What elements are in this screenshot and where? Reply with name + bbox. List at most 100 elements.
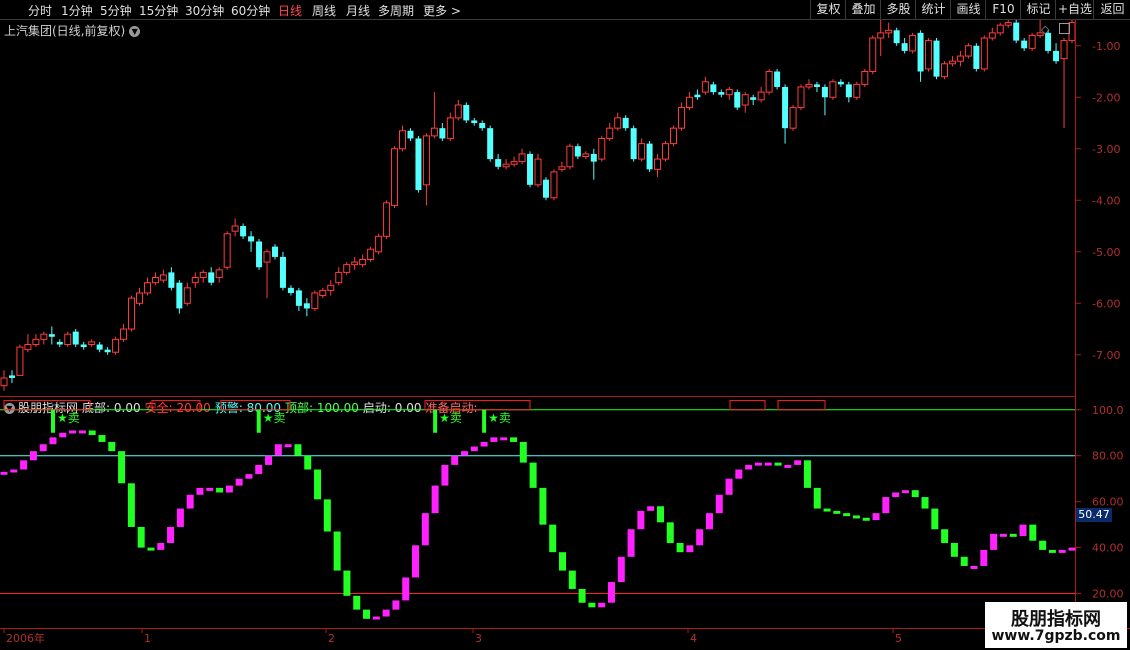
timeframe-tab[interactable]: 更多 > <box>423 2 461 19</box>
timeframe-tab[interactable]: 1分钟 <box>61 2 93 19</box>
candle-body <box>279 256 286 288</box>
candle-body <box>718 92 725 95</box>
indicator-bar <box>627 529 635 557</box>
candle-body <box>710 84 717 93</box>
candle-body <box>351 261 359 266</box>
candle-body <box>295 290 302 306</box>
candle-body <box>518 153 526 163</box>
signal-box <box>151 400 201 411</box>
indicator-bar <box>265 455 273 465</box>
y-axis-label: 20.00 <box>1092 588 1124 601</box>
last-value-badge: 50.47 <box>1076 508 1112 522</box>
indicator-bar <box>284 444 292 448</box>
candle-body <box>367 248 375 261</box>
indicator-bar <box>118 451 126 484</box>
candle-body <box>630 128 637 160</box>
timeframe-tab[interactable]: 日线 <box>278 2 302 19</box>
signal-box <box>777 400 826 411</box>
time-axis-label: 5 <box>895 632 902 645</box>
candle-body <box>582 153 590 157</box>
indicator-bar <box>10 469 18 473</box>
indicator-bar <box>402 577 410 601</box>
indicator-bar <box>607 582 615 603</box>
candle-body <box>885 29 893 34</box>
toolbar-button[interactable]: +自选 <box>1055 0 1094 19</box>
timeframe-tab[interactable]: 多周期 <box>378 2 414 19</box>
toolbar-button[interactable]: 统计 <box>915 0 951 19</box>
candle-body <box>120 328 128 340</box>
indicator-bar <box>167 526 175 544</box>
candle-body <box>1004 22 1012 26</box>
indicator-bar <box>382 609 390 617</box>
candle-body <box>510 161 518 165</box>
diamond-icon[interactable]: ◇ <box>1041 23 1049 36</box>
indicator-bar <box>69 430 77 434</box>
y-axis-label: -6.00 <box>1092 297 1120 310</box>
candle-body <box>542 179 549 198</box>
timeframe-tab[interactable]: 60分钟 <box>231 2 270 19</box>
panel-toggle-icon[interactable] <box>1059 23 1070 34</box>
indicator-chart[interactable]: 100.0 80.00 60.00 40.00 20.00 ★卖 ★卖 ★卖 ★卖 <box>0 396 1130 628</box>
sell-signal-label: ★卖 <box>488 411 511 425</box>
toolbar-button[interactable]: F10 <box>985 0 1021 19</box>
indicator-bar <box>578 588 586 603</box>
indicator-bar <box>108 441 116 452</box>
timeframe-tab[interactable]: 5分钟 <box>100 2 132 19</box>
timeframe-tab[interactable]: 周线 <box>312 2 336 19</box>
indicator-bar <box>529 462 537 488</box>
candle-body <box>917 32 924 72</box>
indicator-bar <box>686 545 694 553</box>
indicator-bar <box>598 602 606 608</box>
indicator-bar <box>392 600 400 610</box>
candle-body <box>782 86 789 129</box>
toolbar-button[interactable]: 叠加 <box>845 0 881 19</box>
candle-body <box>789 107 797 129</box>
timeframe-tab[interactable]: 月线 <box>346 2 370 19</box>
candle-body <box>646 143 653 170</box>
timeframe-tab[interactable]: 15分钟 <box>139 2 178 19</box>
indicator-bar <box>911 490 919 498</box>
indicator-bar <box>647 506 655 511</box>
candle-body <box>454 104 462 119</box>
candle-body <box>112 338 120 353</box>
candle-body <box>845 84 852 98</box>
candle-body <box>303 303 310 309</box>
toolbar-button[interactable]: 返回 <box>1093 0 1130 19</box>
indicator-bar <box>1019 524 1027 537</box>
indicator-bar <box>617 556 625 583</box>
indicator-bar <box>206 487 214 491</box>
candle-body <box>16 346 24 376</box>
indicator-bar <box>304 455 312 470</box>
candle-body <box>88 341 96 345</box>
candle-body <box>837 81 844 85</box>
candle-body <box>359 259 367 266</box>
sell-signal-bar <box>50 409 55 433</box>
toolbar-button[interactable]: 多股 <box>880 0 916 19</box>
indicator-bar <box>157 543 165 550</box>
candlestick-chart[interactable]: -1.00 -2.00 -3.00 -4.00 -5.00 -6.00 -7.00 <box>0 20 1130 396</box>
candle-body <box>948 60 956 65</box>
y-axis-label: -1.00 <box>1092 40 1120 53</box>
candle-body <box>8 375 15 378</box>
candle-body <box>638 143 646 160</box>
indicator-bar <box>294 444 302 456</box>
indicator-bar <box>519 441 527 463</box>
indicator-bar <box>1058 549 1066 553</box>
indicator-bar <box>333 531 341 571</box>
candle-body <box>40 333 48 340</box>
toolbar-button[interactable]: 标记 <box>1020 0 1056 19</box>
indicator-bar <box>823 508 831 512</box>
indicator-bar <box>480 441 488 447</box>
indicator-bar <box>656 506 664 523</box>
time-axis: 2006年 1 2 3 4 5 <box>3 628 902 645</box>
main-chart-panel[interactable]: 上汽集团(日线,前复权) ▼ -1.00 -2.00 -3.00 -4.00 -5.00-… <box>0 20 1130 396</box>
indicator-bar <box>255 464 263 475</box>
toolbar-button[interactable]: 画线 <box>950 0 986 19</box>
timeframe-tab[interactable]: 分时 <box>28 2 52 19</box>
indicator-bar <box>1048 549 1056 553</box>
y-axis-label: 80.00 <box>1092 450 1124 463</box>
candle-body <box>479 123 486 129</box>
candle-body <box>159 274 167 281</box>
timeframe-tab[interactable]: 30分钟 <box>185 2 224 19</box>
toolbar-button[interactable]: 复权 <box>810 0 846 19</box>
